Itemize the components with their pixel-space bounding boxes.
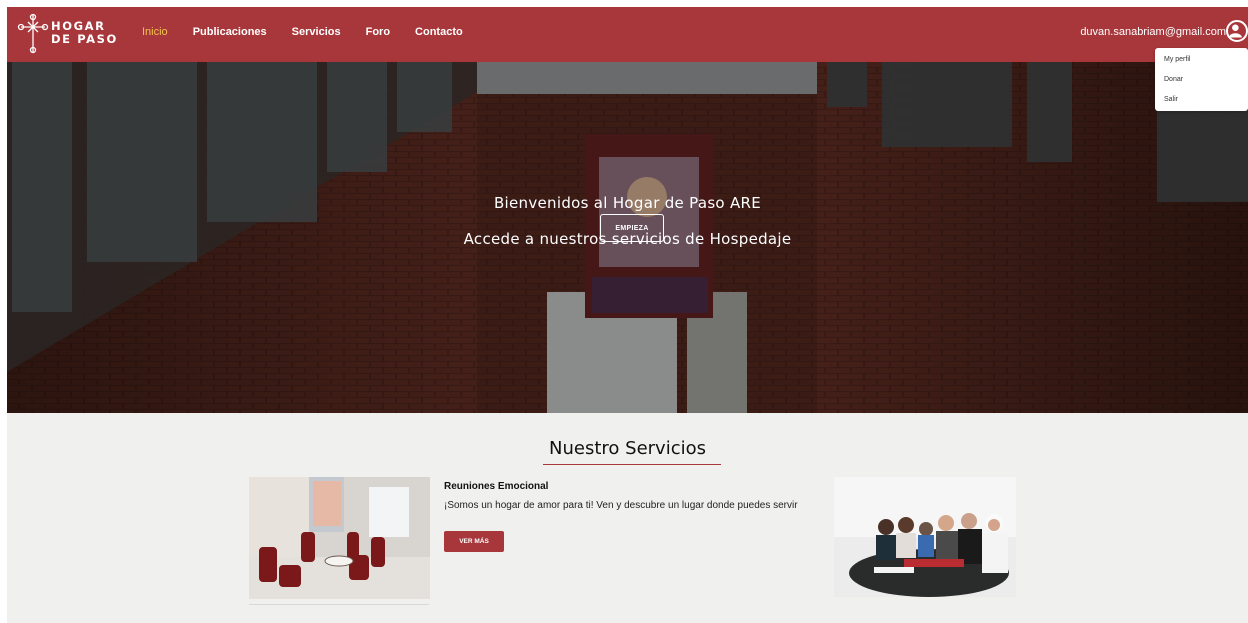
- menu-item-my-perfil[interactable]: My perfil: [1155, 52, 1248, 72]
- user-avatar-icon[interactable]: [1226, 20, 1248, 42]
- hero-title: Bienvenidos al Hogar de Paso ARE: [493, 194, 762, 212]
- service-description: ¡Somos un hogar de amor para ti! Ven y d…: [444, 500, 798, 511]
- brand-line2: DE PASO: [51, 32, 118, 46]
- nav-servicios[interactable]: Servicios: [292, 26, 341, 38]
- nav-links: Inicio Publicaciones Servicios Foro Cont…: [142, 26, 488, 38]
- services-title: Nuestro Servicios: [549, 438, 706, 459]
- card-divider: [249, 604, 429, 605]
- menu-item-donar[interactable]: Donar: [1155, 72, 1248, 92]
- nav-contacto[interactable]: Contacto: [415, 26, 463, 38]
- service-image-next[interactable]: [249, 619, 430, 623]
- title-underline: [543, 464, 721, 465]
- page: HOGAR DE PASO Inicio Publicaciones Servi…: [7, 7, 1248, 623]
- hero-banner: Bienvenidos al Hogar de Paso ARE Accede …: [7, 62, 1248, 413]
- menu-item-salir[interactable]: Salir: [1155, 92, 1248, 112]
- service-name: Reuniones Emocional: [444, 481, 549, 492]
- ver-mas-button[interactable]: VER MÁS: [444, 531, 504, 552]
- navbar: HOGAR DE PASO Inicio Publicaciones Servi…: [7, 7, 1248, 62]
- nav-inicio[interactable]: Inicio: [142, 26, 168, 38]
- user-email[interactable]: duvan.sanabriam@gmail.com: [1080, 26, 1226, 38]
- service-image-group[interactable]: [834, 477, 1016, 597]
- brand-logo[interactable]: HOGAR DE PASO: [17, 12, 118, 54]
- user-dropdown-menu: My perfil Donar Salir: [1155, 48, 1248, 111]
- service-image-room[interactable]: [249, 477, 430, 599]
- empieza-button[interactable]: EMPIEZA: [600, 214, 664, 242]
- nav-publicaciones[interactable]: Publicaciones: [193, 26, 267, 38]
- nav-foro[interactable]: Foro: [366, 26, 390, 38]
- cross-icon: [17, 12, 49, 54]
